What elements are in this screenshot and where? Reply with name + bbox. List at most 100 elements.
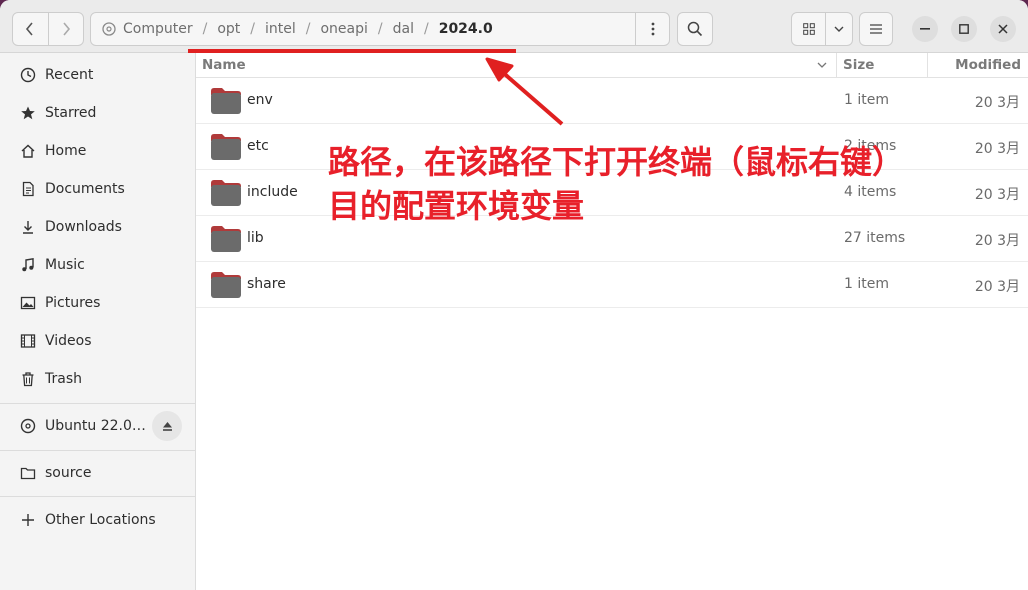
folder-icon [211, 134, 241, 160]
file-modified: 20 3月 [974, 141, 1020, 157]
breadcrumb-separator: / [377, 21, 383, 37]
sidebar-item-documents[interactable]: Documents [0, 172, 196, 206]
sort-chevron-down-icon [817, 62, 827, 68]
folder-icon [19, 464, 37, 482]
sidebar-item-downloads[interactable]: Downloads [0, 210, 196, 244]
sidebar-item-label: Recent [45, 67, 94, 83]
sidebar-item-label: Ubuntu 22.0… [45, 418, 146, 434]
sidebar-item-label: Music [45, 257, 85, 273]
download-icon [19, 218, 37, 236]
breadcrumb-computer[interactable]: Computer [123, 21, 193, 37]
music-note-icon [19, 256, 37, 274]
breadcrumb-intel[interactable]: intel [265, 21, 296, 37]
disk-icon [101, 21, 117, 37]
breadcrumb-separator: / [202, 21, 208, 37]
sidebar-item-label: Starred [45, 105, 97, 121]
file-name: lib [247, 230, 264, 246]
sidebar-item-source[interactable]: source [0, 456, 196, 490]
forward-button[interactable] [47, 13, 83, 45]
header-bar: Computer / opt / intel / oneapi / dal / … [0, 0, 1028, 53]
file-name: env [247, 92, 273, 108]
sidebar-item-label: Trash [45, 371, 82, 387]
annotation-underline [188, 49, 516, 53]
chevron-right-icon [63, 22, 71, 36]
maximize-icon [959, 24, 969, 34]
chevron-left-icon [26, 22, 34, 36]
breadcrumb-separator: / [305, 21, 311, 37]
sidebar-item-trash[interactable]: Trash [0, 362, 196, 396]
sidebar-item-label: Other Locations [45, 512, 156, 528]
file-modified: 20 3月 [974, 187, 1020, 203]
close-icon [998, 24, 1008, 34]
sidebar-item-music[interactable]: Music [0, 248, 196, 282]
search-icon [687, 21, 703, 37]
file-modified: 20 3月 [974, 233, 1020, 249]
sidebar-divider [0, 496, 196, 497]
sidebar-item-label: Home [45, 143, 87, 159]
path-bar: Computer / opt / intel / oneapi / dal / … [90, 12, 670, 46]
film-icon [19, 332, 37, 350]
breadcrumb-dal[interactable]: dal [393, 21, 414, 37]
sidebar-item-label: Videos [45, 333, 92, 349]
sidebar-divider [0, 403, 196, 404]
picture-icon [19, 294, 37, 312]
eject-button[interactable] [152, 411, 182, 441]
file-manager-window: Computer / opt / intel / oneapi / dal / … [0, 0, 1028, 590]
file-size: 27 items [844, 230, 906, 246]
sidebar-item-label: source [45, 465, 92, 481]
breadcrumb-separator: / [250, 21, 255, 37]
sidebar-item-videos[interactable]: Videos [0, 324, 196, 358]
sidebar-item-drive[interactable]: Ubuntu 22.0… [0, 409, 196, 443]
home-icon [19, 142, 37, 160]
folder-icon [211, 272, 241, 298]
eject-icon [162, 421, 172, 431]
minimize-icon [920, 28, 930, 30]
grid-icon [802, 23, 815, 35]
folder-icon [211, 88, 241, 114]
file-list-view: Name Size Modified env 1 item 20 3月 etc … [196, 53, 1028, 590]
file-modified: 20 3月 [974, 95, 1020, 111]
plus-icon [19, 511, 37, 529]
main-menu-button[interactable] [859, 12, 893, 46]
breadcrumb-opt[interactable]: opt [217, 21, 240, 37]
file-size: 1 item [844, 92, 889, 108]
hamburger-icon [870, 24, 882, 34]
column-header: Name Size Modified [196, 53, 1028, 78]
sidebar-item-recent[interactable]: Recent [0, 58, 196, 92]
file-modified: 20 3月 [974, 279, 1020, 295]
column-modified-header[interactable]: Modified [955, 57, 1021, 73]
sidebar-divider [0, 450, 196, 451]
sidebar-item-label: Downloads [45, 219, 122, 235]
sidebar: Recent Starred Home Documents Downloads … [0, 53, 196, 590]
annotation-line-1: 路径，在该路径下打开终端（鼠标右键） [328, 143, 905, 181]
sidebar-item-label: Pictures [45, 295, 101, 311]
kebab-menu-icon [651, 22, 654, 36]
path-menu-button[interactable] [635, 13, 669, 45]
annotation-text: 路径，在该路径下打开终端（鼠标右键） 目的配置环境变量 [328, 140, 904, 228]
column-size-header[interactable]: Size [843, 57, 874, 73]
sidebar-item-pictures[interactable]: Pictures [0, 286, 196, 320]
column-name-header[interactable]: Name [202, 57, 246, 73]
breadcrumb-oneapi[interactable]: oneapi [320, 21, 367, 37]
sidebar-item-starred[interactable]: Starred [0, 96, 196, 130]
maximize-button[interactable] [951, 16, 977, 42]
sidebar-item-other-locations[interactable]: Other Locations [0, 503, 196, 537]
folder-icon [211, 226, 241, 252]
chevron-down-icon [834, 26, 844, 32]
back-button[interactable] [13, 13, 48, 45]
search-button[interactable] [677, 12, 713, 46]
trash-icon [19, 370, 37, 388]
file-name: etc [247, 138, 269, 154]
close-button[interactable] [990, 16, 1016, 42]
column-divider [836, 53, 837, 78]
minimize-button[interactable] [912, 16, 938, 42]
sidebar-item-home[interactable]: Home [0, 134, 196, 168]
grid-view-button[interactable] [792, 13, 826, 45]
view-options-button[interactable] [826, 13, 852, 45]
folder-icon [211, 180, 241, 206]
annotation-line-2: 目的配置环境变量 [328, 187, 585, 225]
file-row[interactable]: share 1 item 20 3月 [196, 262, 1028, 308]
breadcrumb-current[interactable]: 2024.0 [439, 21, 493, 37]
file-row[interactable]: env 1 item 20 3月 [196, 78, 1028, 124]
column-divider [927, 53, 928, 78]
